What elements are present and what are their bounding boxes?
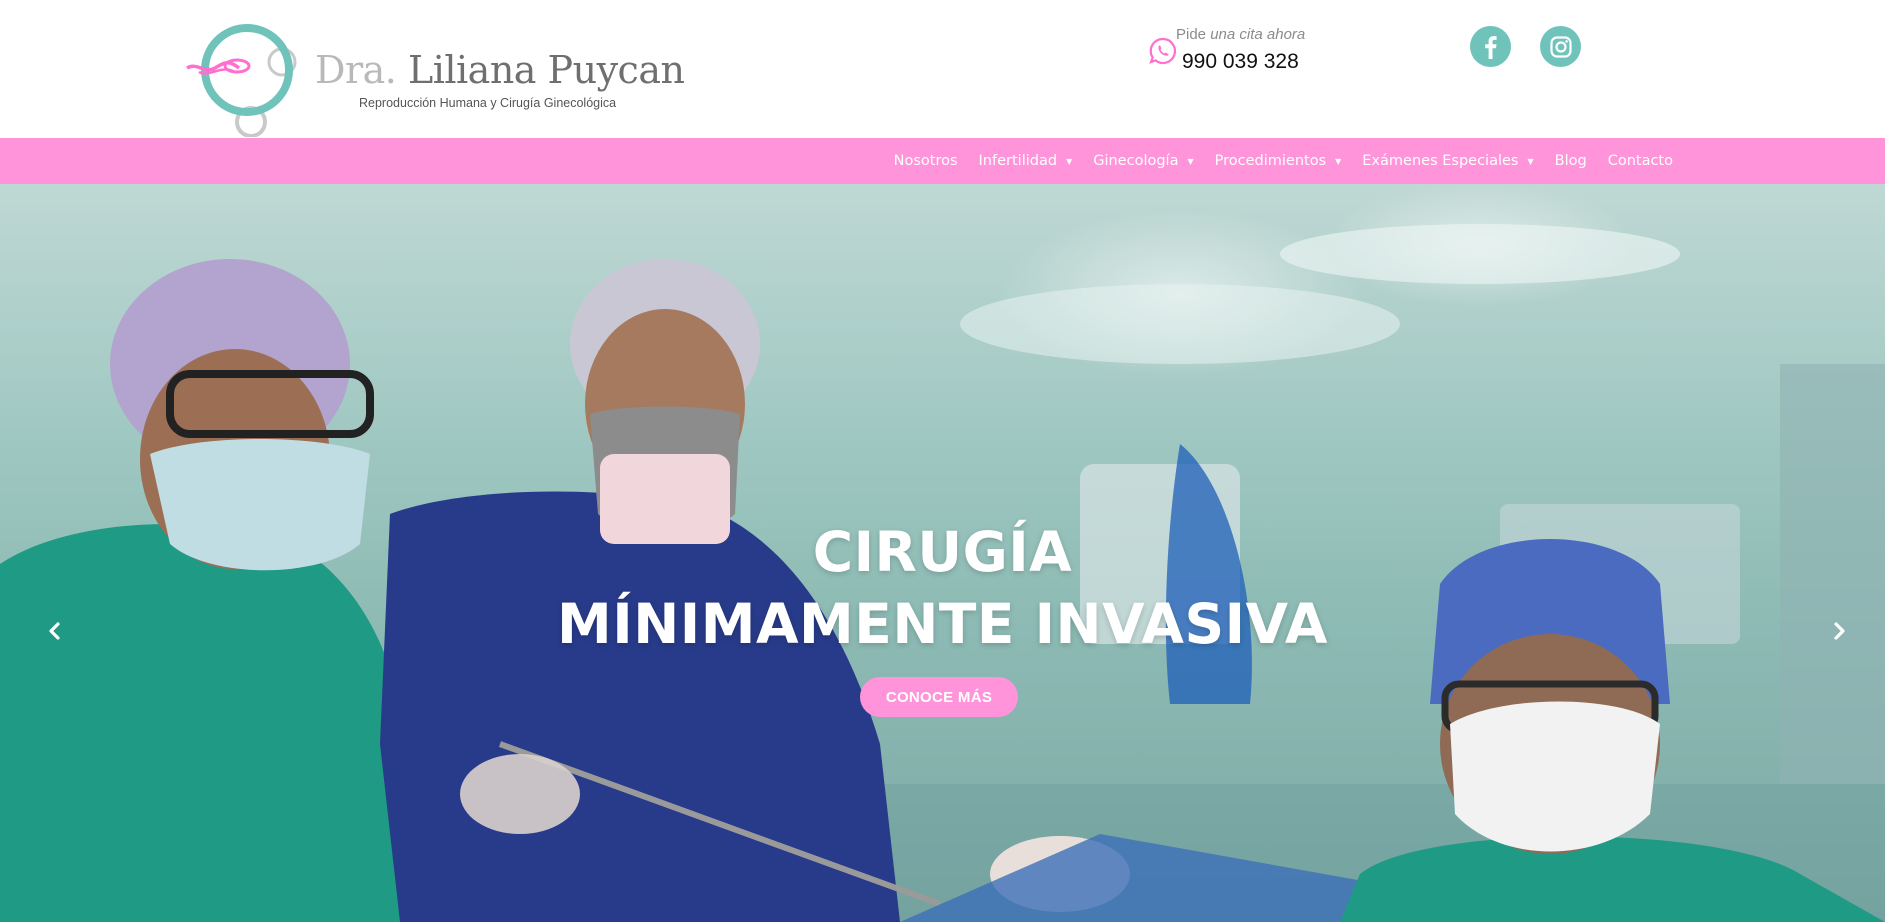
- nav-item-label: Blog: [1554, 153, 1587, 169]
- appointment-label-italic: una cita ahora: [1210, 26, 1306, 43]
- caret-down-icon: ▼: [1335, 156, 1342, 166]
- whatsapp-icon: [1149, 37, 1177, 65]
- nav-item-label: Contacto: [1607, 153, 1673, 169]
- facebook-icon: [1484, 35, 1497, 59]
- phone-number[interactable]: 990 039 328: [1182, 50, 1299, 74]
- appointment-cta[interactable]: Pide una cita ahora 990 039 328: [1148, 24, 1348, 84]
- logo-tagline: Reproducción Humana y Cirugía Ginecológi…: [359, 96, 617, 110]
- caret-down-icon: ▼: [1527, 156, 1534, 166]
- nav-item-infertilidad[interactable]: Infertilidad ▼: [979, 153, 1073, 169]
- hero-slide: CIRUGÍA MÍNIMAMENTE INVASIVA CONOCE MÁS: [0, 184, 1885, 922]
- site-header: Dra. Liliana Puycan Reproducción Humana …: [0, 0, 1885, 138]
- nav-list: Nosotros Infertilidad ▼ Ginecología ▼ Proc…: [873, 138, 1673, 184]
- nav-item-label: Exámenes Especiales: [1362, 153, 1519, 169]
- appointment-label-plain: Pide: [1176, 26, 1207, 43]
- chevron-right-icon: [1834, 622, 1845, 640]
- site-logo[interactable]: Dra. Liliana Puycan Reproducción Humana …: [185, 22, 685, 137]
- nav-item-procedimientos[interactable]: Procedimientos ▼: [1215, 153, 1342, 169]
- hero-title-line2: MÍNIMAMENTE INVASIVA: [557, 592, 1328, 656]
- hero-slider: CIRUGÍA MÍNIMAMENTE INVASIVA CONOCE MÁS: [0, 184, 1885, 922]
- facebook-button[interactable]: [1470, 26, 1511, 67]
- nav-item-label: Infertilidad: [978, 153, 1058, 169]
- caret-down-icon: ▼: [1066, 156, 1073, 166]
- appointment-label: Pide una cita ahora: [1176, 26, 1305, 43]
- nav-item-label: Nosotros: [893, 153, 958, 169]
- nav-item-examenes-especiales[interactable]: Exámenes Especiales ▼: [1362, 153, 1533, 169]
- slider-next-button[interactable]: [1824, 616, 1854, 646]
- logo-name: Dra. Liliana Puycan: [315, 48, 685, 92]
- instagram-button[interactable]: [1540, 26, 1581, 67]
- main-nav: Nosotros Infertilidad ▼ Ginecología ▼ Proc…: [0, 138, 1885, 184]
- caret-down-icon: ▼: [1187, 156, 1194, 166]
- instagram-icon: [1549, 35, 1572, 58]
- chevron-left-icon: [49, 622, 60, 640]
- nav-item-label: Procedimientos: [1214, 153, 1327, 169]
- slider-prev-button[interactable]: [40, 616, 70, 646]
- logo-prefix: Dra.: [315, 48, 397, 92]
- nav-item-ginecologia[interactable]: Ginecología ▼: [1093, 153, 1193, 169]
- nav-item-contacto[interactable]: Contacto: [1608, 153, 1673, 169]
- nav-item-blog[interactable]: Blog: [1555, 153, 1587, 169]
- nav-item-label: Ginecología: [1093, 153, 1179, 169]
- conoce-mas-button[interactable]: CONOCE MÁS: [860, 677, 1018, 717]
- nav-item-nosotros[interactable]: Nosotros: [894, 153, 958, 169]
- logo-mark-icon: [186, 24, 297, 137]
- hero-title-line1: CIRUGÍA: [812, 520, 1073, 584]
- logo-doctor-name: Liliana Puycan: [407, 48, 685, 92]
